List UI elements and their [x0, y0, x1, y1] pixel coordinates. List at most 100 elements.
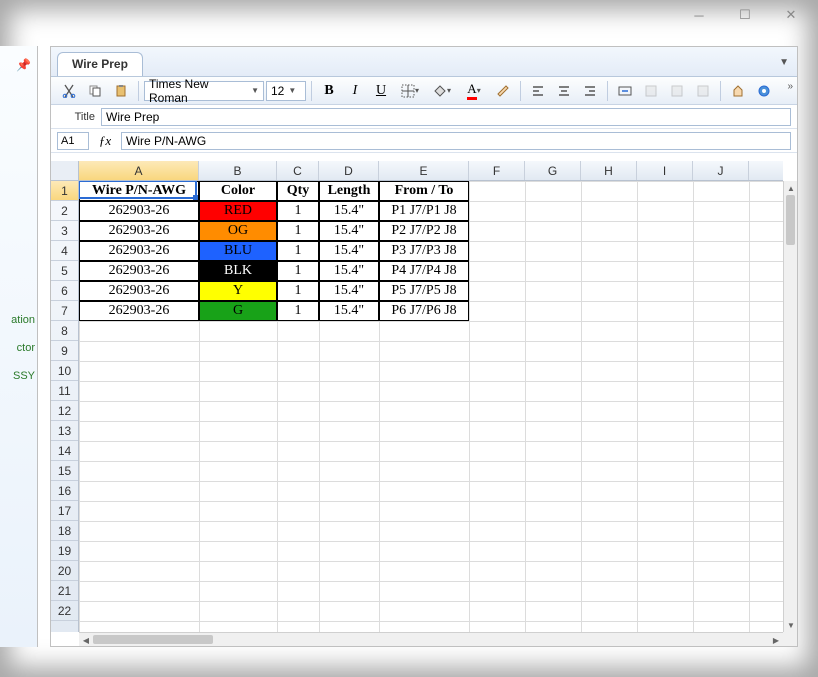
scroll-up-arrow-icon[interactable]: ▲: [784, 181, 797, 195]
cell[interactable]: P1 J7/P1 J8: [379, 201, 469, 221]
row-header[interactable]: 5: [51, 261, 78, 281]
column-header[interactable]: E: [379, 161, 469, 180]
row-header[interactable]: 8: [51, 321, 78, 341]
row-header[interactable]: 10: [51, 361, 78, 381]
delete-button[interactable]: [691, 80, 715, 102]
scroll-down-arrow-icon[interactable]: ▼: [784, 618, 797, 632]
sidebar-item[interactable]: ctor: [0, 340, 37, 356]
cell[interactable]: 1: [277, 241, 319, 261]
cell[interactable]: Y: [199, 281, 277, 301]
cell[interactable]: 262903-26: [79, 241, 199, 261]
row-header[interactable]: 19: [51, 541, 78, 561]
settings-button[interactable]: [752, 80, 776, 102]
row-header[interactable]: 22: [51, 601, 78, 621]
cell[interactable]: P5 J7/P5 J8: [379, 281, 469, 301]
cells-area[interactable]: Wire P/N-AWGColorQtyLengthFrom / To26290…: [79, 181, 783, 632]
horizontal-scrollbar[interactable]: ◀ ▶: [79, 632, 783, 646]
cell[interactable]: 1: [277, 221, 319, 241]
column-header[interactable]: I: [637, 161, 693, 180]
border-button[interactable]: ▾: [395, 80, 425, 102]
row-header[interactable]: 2: [51, 201, 78, 221]
cell[interactable]: 1: [277, 301, 319, 321]
cell[interactable]: 15.4": [319, 301, 379, 321]
cell[interactable]: 262903-26: [79, 201, 199, 221]
row-header[interactable]: 16: [51, 481, 78, 501]
insert-row-button[interactable]: [639, 80, 663, 102]
cell[interactable]: Length: [319, 181, 379, 201]
cell[interactable]: 15.4": [319, 201, 379, 221]
cell[interactable]: P3 J7/P3 J8: [379, 241, 469, 261]
row-header[interactable]: 3: [51, 221, 78, 241]
scroll-right-arrow-icon[interactable]: ▶: [769, 633, 783, 646]
italic-button[interactable]: I: [343, 80, 367, 102]
fill-color-button[interactable]: ▾: [427, 80, 457, 102]
cell[interactable]: OG: [199, 221, 277, 241]
cell[interactable]: 1: [277, 201, 319, 221]
scroll-thumb[interactable]: [93, 635, 213, 644]
cell[interactable]: 262903-26: [79, 281, 199, 301]
select-all-corner[interactable]: [51, 161, 79, 181]
vertical-scrollbar[interactable]: ▲ ▼: [783, 181, 797, 632]
column-header[interactable]: C: [277, 161, 319, 180]
cell[interactable]: 15.4": [319, 281, 379, 301]
row-header[interactable]: 1: [51, 181, 78, 201]
fx-icon[interactable]: ƒx: [95, 133, 115, 149]
row-header[interactable]: 21: [51, 581, 78, 601]
sheet-tab[interactable]: Wire Prep: [57, 52, 143, 76]
maximize-button[interactable]: ☐: [722, 1, 768, 29]
clear-button[interactable]: [726, 80, 750, 102]
bold-button[interactable]: B: [317, 80, 341, 102]
cell[interactable]: G: [199, 301, 277, 321]
tab-menu-arrow-icon[interactable]: ▼: [779, 57, 789, 68]
formula-input[interactable]: Wire P/N-AWG: [121, 132, 791, 150]
cut-icon[interactable]: [57, 80, 81, 102]
row-header[interactable]: 15: [51, 461, 78, 481]
underline-button[interactable]: U: [369, 80, 393, 102]
align-left-button[interactable]: [526, 80, 550, 102]
column-header[interactable]: J: [693, 161, 749, 180]
insert-col-button[interactable]: [665, 80, 689, 102]
toolbar-overflow-icon[interactable]: »: [787, 81, 793, 92]
merge-cells-button[interactable]: [613, 80, 637, 102]
cell[interactable]: From / To: [379, 181, 469, 201]
row-header[interactable]: 18: [51, 521, 78, 541]
row-header[interactable]: 13: [51, 421, 78, 441]
cell[interactable]: RED: [199, 201, 277, 221]
title-input[interactable]: Wire Prep: [101, 108, 791, 126]
align-center-button[interactable]: [552, 80, 576, 102]
row-header[interactable]: 11: [51, 381, 78, 401]
cell[interactable]: BLK: [199, 261, 277, 281]
sidebar-item[interactable]: ation: [0, 312, 37, 328]
cell[interactable]: Qty: [277, 181, 319, 201]
clear-format-button[interactable]: [491, 80, 515, 102]
cell[interactable]: 262903-26: [79, 261, 199, 281]
scroll-left-arrow-icon[interactable]: ◀: [79, 633, 93, 646]
font-color-button[interactable]: A▾: [459, 80, 489, 102]
font-size-combo[interactable]: 12▼: [266, 81, 306, 101]
font-family-combo[interactable]: Times New Roman▼: [144, 81, 264, 101]
pin-icon[interactable]: 📌: [0, 58, 37, 72]
cell[interactable]: P4 J7/P4 J8: [379, 261, 469, 281]
column-header[interactable]: F: [469, 161, 525, 180]
cell[interactable]: P2 J7/P2 J8: [379, 221, 469, 241]
copy-icon[interactable]: [83, 80, 107, 102]
row-header[interactable]: 17: [51, 501, 78, 521]
cell[interactable]: 262903-26: [79, 221, 199, 241]
paste-icon[interactable]: [109, 80, 133, 102]
cell[interactable]: BLU: [199, 241, 277, 261]
cell[interactable]: Color: [199, 181, 277, 201]
row-header[interactable]: 4: [51, 241, 78, 261]
row-header[interactable]: 14: [51, 441, 78, 461]
scroll-thumb[interactable]: [786, 195, 795, 245]
cell[interactable]: 15.4": [319, 241, 379, 261]
cell-reference-box[interactable]: A1: [57, 132, 89, 150]
column-header[interactable]: D: [319, 161, 379, 180]
close-button[interactable]: ✕: [768, 1, 814, 29]
column-header[interactable]: G: [525, 161, 581, 180]
cell[interactable]: 1: [277, 281, 319, 301]
cell[interactable]: P6 J7/P6 J8: [379, 301, 469, 321]
cell[interactable]: 15.4": [319, 221, 379, 241]
cell[interactable]: 1: [277, 261, 319, 281]
column-header[interactable]: H: [581, 161, 637, 180]
align-right-button[interactable]: [578, 80, 602, 102]
